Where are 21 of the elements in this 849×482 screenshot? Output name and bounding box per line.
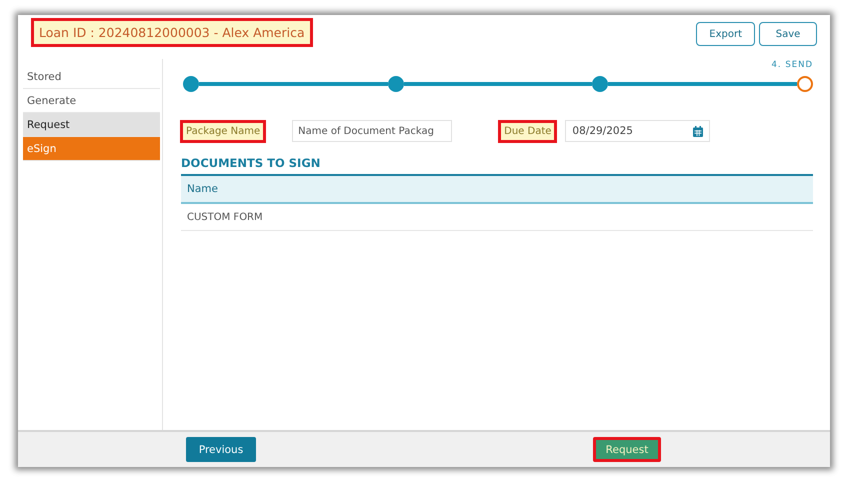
step-marker[interactable]	[388, 76, 404, 92]
field-label: Due Date	[498, 120, 558, 142]
toolbar-button[interactable]: Save	[759, 22, 817, 46]
field-label: Package Name	[180, 120, 266, 142]
sidebar-item[interactable]: Stored	[23, 65, 160, 89]
previous-button[interactable]: Previous	[186, 437, 256, 462]
step-marker[interactable]	[797, 76, 814, 92]
sidebar-item[interactable]: Request	[23, 113, 160, 137]
toolbar-button[interactable]: Export	[696, 22, 755, 46]
loan-title: Loan ID : 20240812000003 - Alex America	[31, 18, 313, 47]
package-name-field[interactable]: Name of Document Packag	[292, 120, 452, 142]
sidebar-item[interactable]: eSign	[23, 137, 160, 161]
calendar-icon[interactable]	[693, 126, 704, 136]
step-marker[interactable]	[592, 76, 608, 92]
section-heading: DOCUMENTS TO SIGN	[181, 156, 322, 170]
column-header: Name	[186, 183, 218, 195]
date-field[interactable]: 08/29/2025	[565, 120, 710, 142]
table-cell-text: CUSTOM FORM	[186, 212, 263, 222]
request-button[interactable]: Request	[592, 437, 662, 462]
step-label: 4. SEND	[772, 60, 813, 70]
step-marker[interactable]	[183, 76, 199, 92]
